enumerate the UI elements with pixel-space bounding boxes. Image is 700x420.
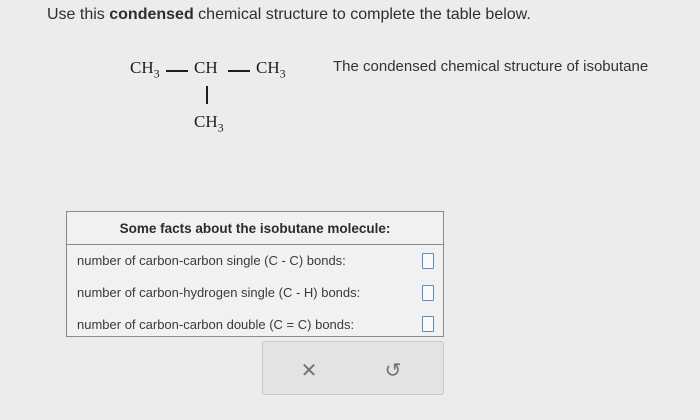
left-methyl-group: CH3 bbox=[130, 58, 160, 81]
bond-right bbox=[228, 70, 250, 72]
fact-row-cc-single: number of carbon-carbon single (C - C) b… bbox=[77, 253, 346, 268]
fact-row-cc-double: number of carbon-carbon double (C = C) b… bbox=[77, 317, 355, 332]
answer-input-cc-double[interactable] bbox=[422, 316, 434, 332]
instruction-suffix: chemical structure to complete the table… bbox=[193, 6, 531, 23]
facts-table-heading: Some facts about the isobutane molecule: bbox=[67, 212, 443, 245]
instruction-prefix: Use this bbox=[47, 6, 110, 23]
answer-input-cc-single[interactable] bbox=[422, 253, 434, 269]
answer-input-ch-single[interactable] bbox=[422, 285, 434, 301]
instruction-bold: condensed bbox=[109, 6, 194, 23]
facts-table: Some facts about the isobutane molecule:… bbox=[66, 211, 444, 337]
bond-vertical bbox=[206, 86, 208, 104]
undo-button[interactable]: ↺ bbox=[381, 358, 405, 382]
right-methyl-group: CH3 bbox=[256, 58, 286, 81]
bottom-methyl-group: CH3 bbox=[194, 112, 224, 135]
center-ch-group: CH bbox=[194, 58, 218, 77]
undo-icon: ↺ bbox=[384, 359, 402, 382]
fact-row-ch-single: number of carbon-hydrogen single (C - H)… bbox=[77, 285, 361, 300]
structure-caption: The condensed chemical structure of isob… bbox=[333, 58, 649, 75]
close-icon: ✕ bbox=[300, 359, 318, 382]
condensed-structure: CH3 CH CH3 CH3 bbox=[130, 58, 330, 148]
action-button-panel: ✕ ↺ bbox=[262, 341, 444, 395]
question-instruction: Use this condensed chemical structure to… bbox=[47, 6, 531, 24]
bond-left bbox=[166, 70, 188, 72]
clear-button[interactable]: ✕ bbox=[297, 358, 321, 382]
